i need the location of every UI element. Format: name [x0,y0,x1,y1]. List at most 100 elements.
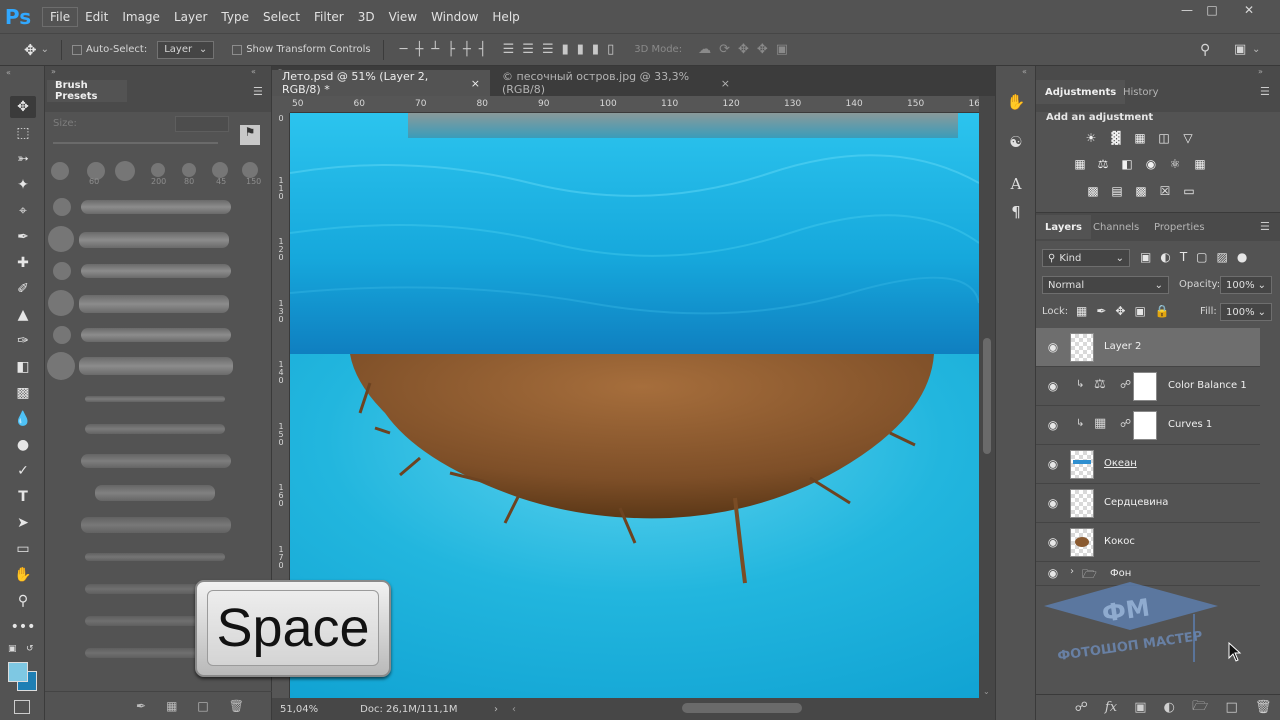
brush-preset-row[interactable] [45,226,272,252]
gradient-map-icon[interactable]: ▭ [1180,183,1198,199]
posterize-icon[interactable]: ▤ [1108,183,1126,199]
new-brush-icon[interactable]: □ [197,699,208,713]
blur-tool-icon[interactable]: 💧 [10,408,36,430]
photo-filter-icon[interactable]: ◉ [1142,156,1160,172]
chevron-down-icon[interactable]: ⌄ [41,44,49,55]
align-right-icon[interactable]: ┤ [479,42,487,57]
menu-filter[interactable]: Filter [307,0,351,33]
expand-icon[interactable]: » [51,67,56,76]
history-brush-tool-icon[interactable]: ✑ [10,330,36,352]
visibility-eye-icon[interactable]: ◉ [1046,340,1060,354]
paragraph-panel-icon[interactable]: ¶ [1004,200,1028,224]
align-hcenter-icon[interactable]: ┼ [463,42,471,57]
horizontal-ruler[interactable]: 50 60 70 80 90 100 110 120 130 140 150 160 [290,96,979,113]
brush-preset-row[interactable] [45,352,272,380]
crop-tool-icon[interactable]: ⌖ [10,200,36,222]
layer-row-color-balance[interactable]: ◉ ↳ ⚖ ☍ Color Balance 1 [1036,367,1260,406]
selective-color-icon[interactable]: ☒ [1156,183,1174,199]
history-brush-panel-icon[interactable]: ✋ [1004,90,1028,114]
status-menu-arrow-icon[interactable]: › [494,704,498,715]
menu-image[interactable]: Image [115,0,167,33]
invert-icon[interactable]: ▩ [1084,183,1102,199]
distribute-vcenter-icon[interactable]: ☰ [522,42,534,57]
eraser-tool-icon[interactable]: ◧ [10,356,36,378]
brush-preset-row[interactable] [45,480,272,506]
brightness-contrast-icon[interactable]: ☀ [1082,130,1100,146]
brush-tool-icon[interactable]: ✐ [10,278,36,300]
threshold-icon[interactable]: ▩ [1132,183,1150,199]
distribute-right-icon[interactable]: ▮ [592,42,599,57]
horizontal-scroll-thumb[interactable] [682,703,802,713]
show-transform-checkbox[interactable] [232,44,243,55]
channel-mixer-icon[interactable]: ⚛ [1166,156,1184,172]
brush-preset[interactable] [182,163,196,177]
brush-preset-row[interactable] [45,322,272,348]
layer-row-layer-2[interactable]: ◉ Layer 2 [1036,328,1260,367]
visibility-eye-icon[interactable]: ◉ [1046,535,1060,549]
layer-filter-kind[interactable]: ⚲ Kind ⌄ [1042,249,1130,267]
lock-artboard-icon[interactable]: ▣ [1134,304,1145,318]
levels-icon[interactable]: ▓ [1107,130,1125,146]
expand-icon[interactable]: « [1022,67,1027,76]
vibrance-icon[interactable]: ▽ [1179,130,1197,146]
chevron-down-icon[interactable]: ⌄ [983,687,990,696]
collapse-icon[interactable]: « [251,67,256,76]
clone-source-panel-icon[interactable]: ☯ [1004,130,1028,154]
auto-select-checkbox[interactable] [71,44,82,55]
link-layers-icon[interactable]: ☍ [1075,700,1088,715]
foreground-color-swatch[interactable] [8,662,28,682]
tab-layers[interactable]: Layers [1036,215,1091,239]
brush-preset[interactable] [51,162,69,180]
brush-preset-row[interactable] [45,512,272,538]
brush-preset-row[interactable] [45,416,272,442]
layer-row-core[interactable]: ◉ Сердцевина [1036,484,1260,523]
chevron-down-icon[interactable]: ⌄ [1252,44,1260,55]
link-icon[interactable]: ☍ [1120,378,1131,391]
layer-row-ocean[interactable]: ◉ Океан [1036,445,1260,484]
visibility-eye-icon[interactable]: ◉ [1046,496,1060,510]
scroll-thumb[interactable] [983,338,991,454]
vertical-scrollbar[interactable]: ⌄ [979,96,995,698]
visibility-eye-icon[interactable]: ◉ [1046,418,1060,432]
filter-pixel-icon[interactable]: ▣ [1140,250,1151,264]
tab-history[interactable]: History [1114,80,1168,104]
distribute-top-icon[interactable]: ☰ [503,42,515,57]
tab-channels[interactable]: Channels [1084,215,1148,239]
scroll-left-icon[interactable]: ‹ [512,704,516,715]
brush-preset-row[interactable] [45,290,272,316]
maximize-icon[interactable]: □ [1201,3,1223,17]
search-icon[interactable]: ⚲ [1200,42,1210,58]
filter-type-icon[interactable]: T [1180,250,1187,264]
blend-mode-select[interactable]: Normal ⌄ [1042,276,1169,294]
workspace-icon[interactable]: ▣ [1234,42,1246,57]
healing-brush-tool-icon[interactable]: ✚ [10,252,36,274]
pen-tool-icon[interactable]: ✓ [10,460,36,482]
menu-type[interactable]: Type [214,0,256,33]
more-tools-icon[interactable]: ••• [10,616,36,638]
auto-align-icon[interactable]: ▯ [607,42,614,57]
filter-toggle-icon[interactable]: ● [1237,250,1247,264]
lock-position-icon[interactable]: ✥ [1115,304,1125,318]
lock-all-icon[interactable]: 🔒 [1155,304,1170,318]
lock-transparency-icon[interactable]: ▦ [1076,304,1087,318]
auto-select-dropdown[interactable]: Layer ⌄ [157,40,215,59]
brush-grid-icon[interactable]: ▦ [166,699,177,713]
add-mask-icon[interactable]: ▣ [1134,700,1146,715]
menu-file[interactable]: File [42,6,79,27]
menu-help[interactable]: Help [485,0,526,33]
align-left-icon[interactable]: ├ [447,42,455,57]
color-lookup-icon[interactable]: ▦ [1191,156,1209,172]
marquee-tool-icon[interactable]: ⬚ [10,122,36,144]
align-bottom-icon[interactable]: ┴ [431,42,439,57]
link-icon[interactable]: ☍ [1120,417,1131,430]
3d-orbit-icon[interactable]: ☁ [698,42,711,57]
exposure-icon[interactable]: ◫ [1155,130,1173,146]
default-colors-icon[interactable]: ▣ [8,644,17,654]
visibility-eye-icon[interactable]: ◉ [1046,457,1060,471]
panel-menu-icon[interactable]: ☰ [1260,85,1270,98]
align-top-icon[interactable]: ─ [400,42,408,57]
move-tool-preset-icon[interactable]: ✥ [24,41,37,59]
move-tool-icon[interactable]: ✥ [10,96,36,118]
black-white-icon[interactable]: ◧ [1118,156,1136,172]
clone-stamp-tool-icon[interactable]: ▲ [10,304,36,326]
